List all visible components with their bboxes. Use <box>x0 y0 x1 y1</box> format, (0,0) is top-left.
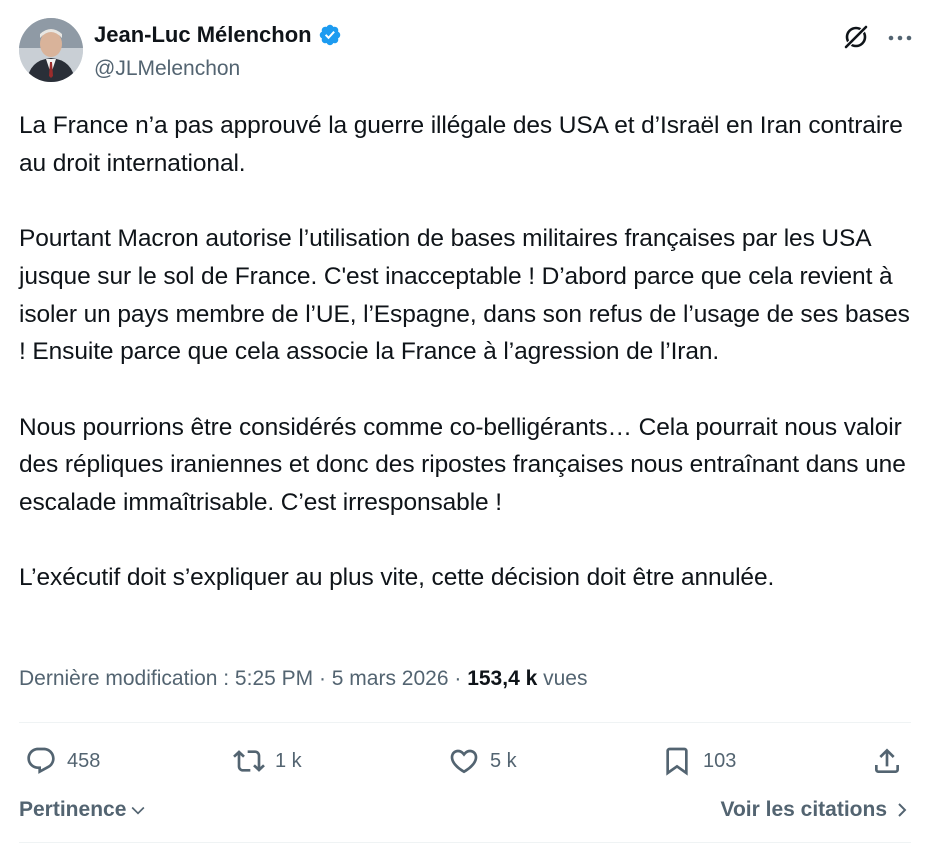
views-label: vues <box>537 667 588 690</box>
post-paragraph-1: La France n’a pas approuvé la guerre ill… <box>19 112 910 177</box>
retweet-icon <box>233 750 265 772</box>
bookmark-icon <box>666 747 688 776</box>
like-count: 5 k <box>490 749 517 772</box>
author-name-row: Jean-Luc Mélenchon <box>94 20 342 50</box>
post-paragraph-3: Nous pourrions être considérés comme co-… <box>19 413 913 517</box>
retweet-count: 1 k <box>275 749 302 772</box>
retweet-button[interactable]: 1 k <box>233 738 302 784</box>
replies-footer: Pertinence Voir les citations <box>19 794 911 828</box>
edited-timestamp[interactable]: Dernière modification : 5:25 PM · 5 mars… <box>19 667 467 690</box>
bookmark-count: 103 <box>703 749 737 772</box>
like-icon <box>450 749 478 774</box>
like-button[interactable]: 5 k <box>448 738 517 784</box>
quotes-label: Voir les citations <box>720 798 888 821</box>
grok-icon[interactable] <box>841 22 871 52</box>
post-text: La France n’a pas approuvé la guerre ill… <box>19 107 917 597</box>
bookmark-button[interactable]: 103 <box>661 738 736 784</box>
divider <box>19 842 911 843</box>
action-bar: 458 1 k 5 k 103 <box>19 738 911 784</box>
reply-icon <box>27 747 55 774</box>
avatar[interactable] <box>19 18 83 82</box>
reply-button[interactable]: 458 <box>25 738 100 784</box>
post-meta: Dernière modification : 5:25 PM · 5 mars… <box>19 664 587 694</box>
reply-count: 458 <box>67 749 101 772</box>
chevron-down-icon <box>131 806 145 815</box>
share-button[interactable] <box>871 738 903 784</box>
post-header: Jean-Luc Mélenchon @JLMelenchon <box>19 18 919 84</box>
more-options-icon[interactable] <box>885 22 915 52</box>
share-icon <box>875 748 899 773</box>
avatar-image <box>19 18 83 82</box>
view-quotes-link[interactable]: Voir les citations <box>721 794 912 826</box>
divider <box>19 722 911 723</box>
sort-label: Pertinence <box>19 798 127 821</box>
author-handle[interactable]: @JLMelenchon <box>94 55 240 83</box>
post-paragraph-2: Pourtant Macron autorise l’utilisation d… <box>19 225 917 366</box>
sort-dropdown[interactable]: Pertinence <box>19 794 148 826</box>
views-count[interactable]: 153,4 k <box>467 667 537 690</box>
author-name[interactable]: Jean-Luc Mélenchon <box>94 20 312 50</box>
post-paragraph-4: L’exécutif doit s’expliquer au plus vite… <box>19 564 775 592</box>
chevron-right-icon <box>898 803 907 817</box>
verified-badge-icon <box>318 23 342 47</box>
